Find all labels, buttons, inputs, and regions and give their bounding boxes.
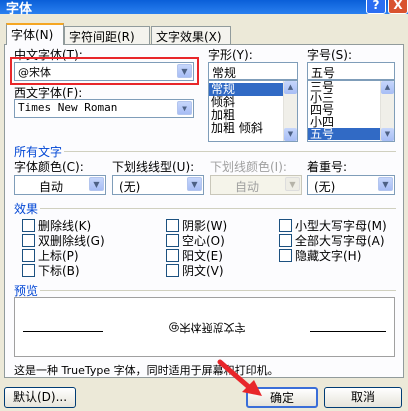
cancel-button[interactable]: 取消 [324,387,402,408]
preview-text: @宋体预览文字 [168,321,246,334]
checkbox-icon[interactable] [22,264,35,277]
underline-color-value: 自动 [234,180,259,194]
underline-type-value: (无) [119,180,141,194]
preview-rule-right [310,331,386,332]
font-style-input[interactable]: 常规 [208,62,298,80]
window-title: 字体 [6,2,33,17]
font-size-input[interactable]: 五号 [307,62,395,80]
underline-color-label: 下划线颜色(I): [210,160,287,174]
font-color-value: 自动 [38,180,63,194]
hidden-text-checkbox[interactable]: 隐藏文字(H) [279,247,361,264]
western-font-value: Times New Roman [18,101,118,114]
scroll-up-icon[interactable]: ▲ [284,81,297,94]
font-style-label: 字形(Y): [208,48,253,62]
scrollbar[interactable]: ▲ ▼ [380,81,394,141]
default-button[interactable]: 默认(D)... [4,387,76,408]
subscript-checkbox[interactable]: 下标(B) [22,262,80,279]
chevron-down-icon[interactable]: ▼ [89,177,104,191]
checkbox-icon[interactable] [22,249,35,262]
tab-text-effects[interactable]: 文字效果(X) [151,26,231,44]
checkbox-icon[interactable] [279,234,292,247]
red-arrow-icon [217,359,262,396]
chevron-down-icon[interactable]: ▼ [378,177,393,191]
underline-type-label: 下划线线型(U): [112,160,195,174]
preview-rule-left [23,331,103,332]
checkbox-icon[interactable] [166,264,179,277]
checkbox-icon[interactable] [279,219,292,232]
engrave-checkbox[interactable]: 阴文(V) [166,262,224,279]
checkbox-icon[interactable] [22,219,35,232]
chevron-down-icon[interactable]: ▼ [187,177,202,191]
emphasis-value: (无) [314,180,336,194]
font-style-list[interactable]: 常规 倾斜 加粗 加粗 倾斜 ▲ ▼ [208,80,298,142]
checkbox-icon[interactable] [166,234,179,247]
scroll-down-icon[interactable]: ▼ [284,128,297,141]
effects-label: 效果 [14,202,39,216]
preview-box: @宋体预览文字 [14,297,395,357]
underline-type-select[interactable]: (无) ▼ [112,175,204,195]
emphasis-select[interactable]: (无) ▼ [307,175,395,195]
title-bar: 字体 ? X [0,0,408,17]
help-button[interactable]: ? [366,0,386,14]
close-button[interactable]: X [388,0,408,14]
western-font-combo[interactable]: Times New Roman ▼ [14,99,194,118]
scroll-up-icon[interactable]: ▲ [381,81,394,94]
font-size-list[interactable]: 三号 小三 四号 小四 五号 ▲ ▼ [307,80,395,142]
font-color-select[interactable]: 自动 ▼ [14,175,106,195]
checkbox-icon[interactable] [166,219,179,232]
font-color-label: 字体颜色(C): [14,160,84,174]
chevron-down-icon[interactable]: ▼ [177,101,192,115]
highlight-box [10,57,199,85]
scroll-down-icon[interactable]: ▼ [381,128,394,141]
group-divider [40,290,396,291]
tab-character-spacing[interactable]: 字符间距(R) [64,26,150,44]
emphasis-label: 着重号: [307,160,348,174]
checkbox-icon[interactable] [22,234,35,247]
chevron-down-icon: ▼ [285,177,300,191]
underline-color-select: 自动 ▼ [210,175,302,195]
group-divider [64,151,396,152]
checkbox-icon[interactable] [166,249,179,262]
checkbox-icon[interactable] [279,249,292,262]
group-divider [40,208,396,209]
scrollbar[interactable]: ▲ ▼ [283,81,297,141]
tab-font[interactable]: 字体(N) [6,23,64,45]
font-size-label: 字号(S): [307,48,353,62]
